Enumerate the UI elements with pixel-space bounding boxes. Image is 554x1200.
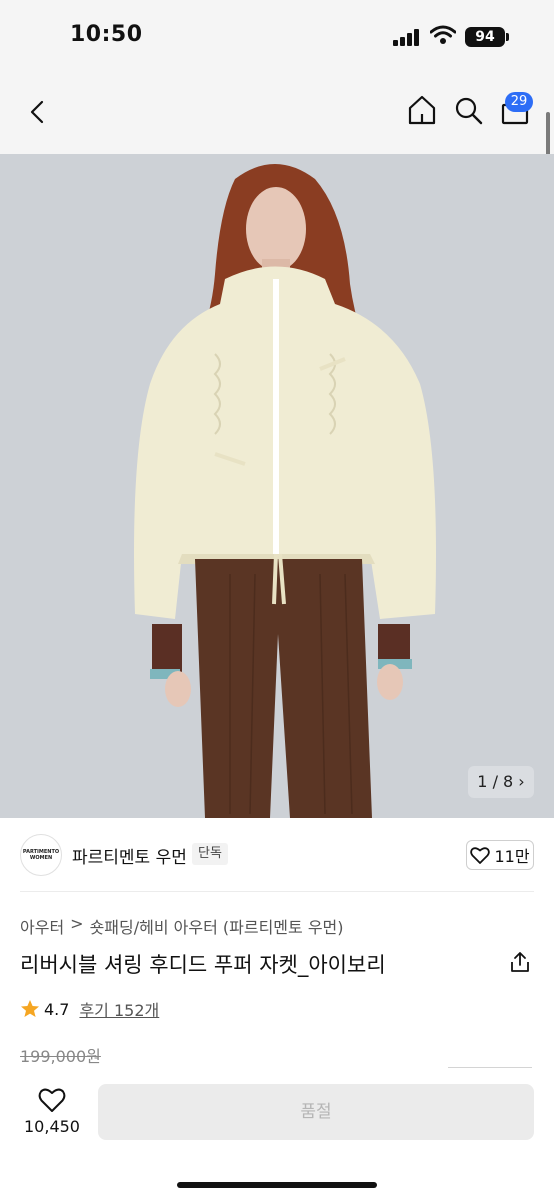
- battery-tip: [506, 33, 509, 41]
- status-time: 10:50: [70, 22, 143, 47]
- divider: [20, 891, 534, 892]
- search-icon[interactable]: [452, 92, 486, 128]
- signal-icon: [393, 28, 421, 46]
- brand-name[interactable]: 파르티멘토 우먼: [72, 843, 187, 868]
- home-icon[interactable]: [405, 92, 439, 128]
- product-image[interactable]: [0, 154, 554, 818]
- heart-icon: [470, 847, 491, 864]
- exclusive-badge: 단독: [192, 843, 228, 865]
- battery-icon: 94: [465, 27, 505, 47]
- breadcrumb-separator: >: [70, 914, 84, 933]
- breadcrumb: 아우터 > 숏패딩/헤비 아우터 (파르티멘토 우먼): [20, 914, 344, 938]
- rating: 4.7 후기 152개: [20, 997, 159, 1021]
- sold-out-button[interactable]: 품절: [98, 1084, 534, 1140]
- status-bar: 10:50 94: [0, 0, 554, 74]
- review-link[interactable]: 후기 152개: [79, 997, 159, 1021]
- home-indicator: [177, 1182, 377, 1188]
- wishlist-count: 10,450: [24, 1117, 80, 1136]
- back-icon[interactable]: [24, 94, 54, 130]
- cart-count-badge: 29: [505, 92, 533, 112]
- share-icon[interactable]: [508, 950, 532, 974]
- breadcrumb-item-padding[interactable]: 숏패딩/헤비 아우터 (파르티멘토 우먼): [90, 914, 344, 938]
- brand-like-button[interactable]: 11만: [466, 840, 534, 870]
- brand-logo[interactable]: PARTIMENTO WOMEN: [20, 834, 62, 876]
- breadcrumb-item-outer[interactable]: 아우터: [20, 914, 64, 938]
- product-title: 리버시블 셔링 후디드 푸퍼 자켓_아이보리: [20, 953, 386, 977]
- rating-value: 4.7: [44, 999, 70, 1019]
- image-counter[interactable]: 1 / 8 ›: [468, 766, 534, 798]
- wifi-icon: [430, 25, 456, 44]
- nav-bar: [0, 74, 554, 154]
- price-divider: [448, 1067, 532, 1068]
- heart-icon: [38, 1088, 66, 1112]
- product-photo: [0, 154, 554, 818]
- star-icon: [21, 1000, 39, 1017]
- brand-like-count: 11만: [494, 847, 530, 866]
- original-price: 199,000원: [20, 1047, 101, 1066]
